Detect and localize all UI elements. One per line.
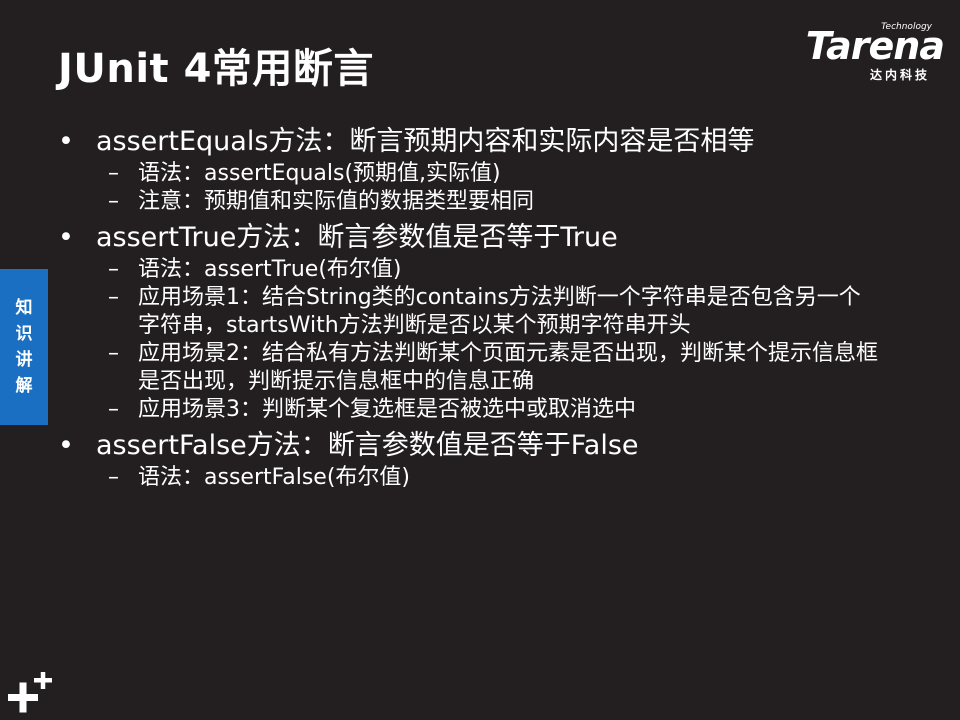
side-tab-char: 解 bbox=[15, 376, 33, 396]
side-tab-char: 识 bbox=[15, 324, 33, 344]
tarena-logo: Technology Tarena 达内科技 bbox=[779, 22, 945, 84]
sub-bullet: 注意：预期值和实际值的数据类型要相同 bbox=[58, 188, 878, 216]
sub-bullet: 语法：assertTrue(布尔值) bbox=[58, 256, 878, 284]
sub-bullet: 应用场景1：结合String类的contains方法判断一个字符串是否包含另一个… bbox=[58, 284, 878, 340]
plus-plus-icon bbox=[8, 672, 52, 713]
sub-bullet: 应用场景3：判断某个复选框是否被选中或取消选中 bbox=[58, 396, 878, 424]
bullet-assert-false: assertFalse方法：断言参数值是否等于False bbox=[58, 428, 898, 464]
knowledge-side-tab: 知 识 讲 解 bbox=[0, 269, 48, 425]
side-tab-char: 知 bbox=[15, 298, 33, 318]
bullet-assert-equals: assertEquals方法：断言预期内容和实际内容是否相等 bbox=[58, 124, 898, 160]
bullet-assert-true: assertTrue方法：断言参数值是否等于True bbox=[58, 220, 898, 256]
logo-wordmark: Tarena bbox=[805, 24, 945, 68]
side-tab-char: 讲 bbox=[15, 350, 33, 370]
slide-title: JUnit 4常用断言 bbox=[58, 46, 374, 92]
sub-bullet: 语法：assertFalse(布尔值) bbox=[58, 464, 878, 492]
sub-bullet: 应用场景2：结合私有方法判断某个页面元素是否出现，判断某个提示信息框是否出现，判… bbox=[58, 340, 878, 396]
logo-subtitle: 达内科技 bbox=[869, 68, 930, 82]
sub-bullet: 语法：assertEquals(预期值,实际值) bbox=[58, 160, 878, 188]
slide-body: assertEquals方法：断言预期内容和实际内容是否相等 语法：assert… bbox=[58, 120, 898, 492]
